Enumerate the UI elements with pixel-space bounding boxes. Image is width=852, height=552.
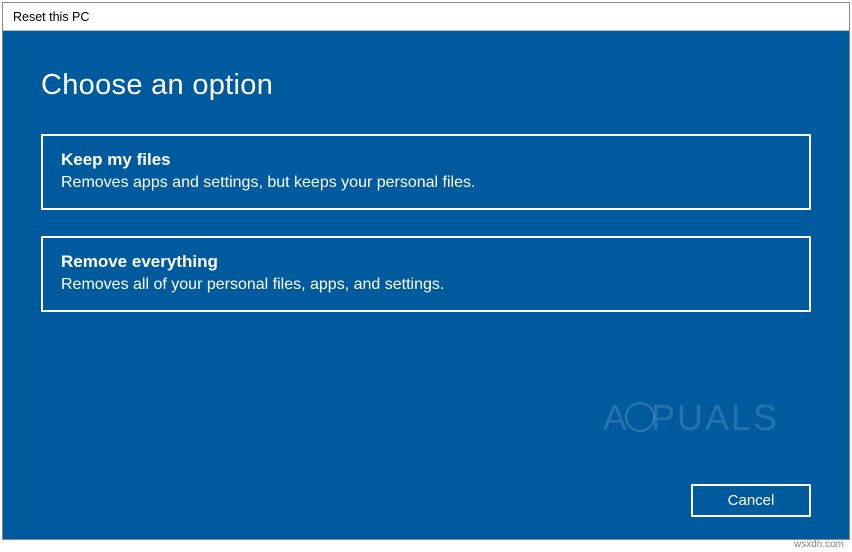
option-desc: Removes apps and settings, but keeps you… [61, 174, 791, 192]
watermark-dot-icon [625, 402, 655, 432]
option-title: Remove everything [61, 252, 791, 272]
window-title: Reset this PC [13, 10, 89, 24]
option-title: Keep my files [61, 150, 791, 170]
options-list: Keep my files Removes apps and settings,… [41, 134, 811, 312]
page-heading: Choose an option [41, 69, 811, 102]
credit-text: wsxdn.com [794, 539, 844, 550]
option-remove-everything[interactable]: Remove everything Removes all of your pe… [41, 236, 811, 312]
watermark: APUALS [603, 397, 779, 439]
option-keep-my-files[interactable]: Keep my files Removes apps and settings,… [41, 134, 811, 210]
footer: Cancel [691, 484, 811, 517]
reset-pc-window: Reset this PC Choose an option Keep my f… [2, 2, 850, 540]
option-desc: Removes all of your personal files, apps… [61, 276, 791, 294]
titlebar: Reset this PC [3, 3, 849, 31]
cancel-button[interactable]: Cancel [691, 484, 811, 517]
content-panel: Choose an option Keep my files Removes a… [3, 31, 849, 539]
